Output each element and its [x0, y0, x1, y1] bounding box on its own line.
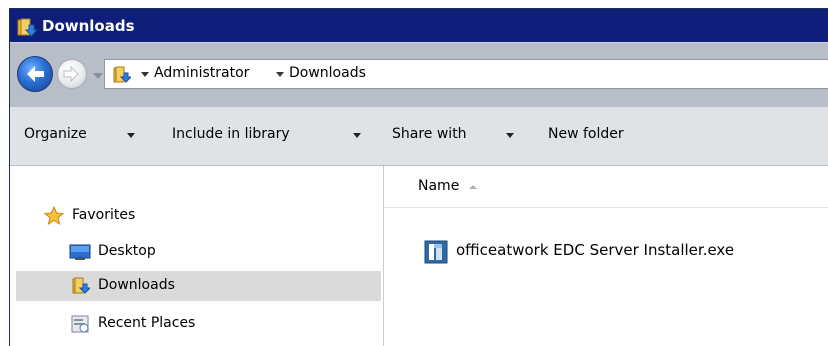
chevron-down-icon[interactable] [127, 133, 135, 138]
share-with-button[interactable]: Share with [392, 126, 467, 142]
sidebar-item-label: Downloads [98, 277, 175, 293]
folder-icon [113, 65, 133, 89]
organize-button[interactable]: Organize [24, 126, 87, 142]
explorer-window: Downloads Administrator Downloads Organi… [9, 8, 828, 346]
breadcrumb-downloads[interactable]: Downloads [289, 65, 366, 81]
window-title: Downloads [42, 17, 135, 35]
file-name: officeatwork EDC Server Installer.exe [456, 241, 735, 259]
sidebar-item-downloads[interactable]: Downloads [16, 271, 381, 301]
sidebar-item-label: Recent Places [98, 315, 196, 331]
breadcrumb-separator-icon[interactable] [141, 72, 149, 77]
column-header-name[interactable]: Name [384, 166, 828, 208]
breadcrumb-separator-icon[interactable] [276, 72, 284, 77]
back-button[interactable] [17, 56, 53, 92]
new-folder-button[interactable]: New folder [548, 126, 624, 142]
title-bar[interactable]: Downloads [10, 9, 828, 42]
command-bar: Organize Include in library Share with N… [10, 106, 828, 166]
sidebar-item-desktop[interactable]: Desktop [16, 237, 381, 267]
sidebar-item-recent-places[interactable]: Recent Places [16, 309, 381, 339]
breadcrumb-administrator[interactable]: Administrator [154, 65, 249, 81]
address-bar: Administrator Downloads [10, 42, 828, 107]
chevron-down-icon[interactable] [353, 133, 361, 138]
column-header-label: Name [418, 178, 460, 194]
recent-places-icon [70, 314, 90, 338]
back-arrow-icon [27, 66, 44, 82]
forward-button[interactable] [57, 59, 87, 89]
file-list: Name officeatwork EDC Server Installer.e… [384, 166, 828, 346]
forward-arrow-icon [63, 65, 79, 83]
sidebar-item-label: Desktop [98, 243, 156, 259]
sidebar-item-favorites[interactable]: Favorites [16, 201, 381, 231]
downloads-folder-icon [17, 17, 39, 41]
breadcrumb[interactable]: Administrator Downloads [104, 59, 828, 89]
recent-pages-dropdown[interactable] [93, 73, 103, 79]
navigation-pane: Favorites Desktop Downloads Recent Place… [10, 166, 384, 346]
star-icon [43, 205, 65, 230]
downloads-folder-icon [72, 276, 92, 300]
installer-icon [424, 240, 448, 268]
include-in-library-button[interactable]: Include in library [172, 126, 290, 142]
sort-ascending-icon [469, 185, 477, 189]
sidebar-item-label: Favorites [72, 207, 136, 223]
desktop-icon [69, 242, 91, 266]
chevron-down-icon[interactable] [506, 133, 514, 138]
